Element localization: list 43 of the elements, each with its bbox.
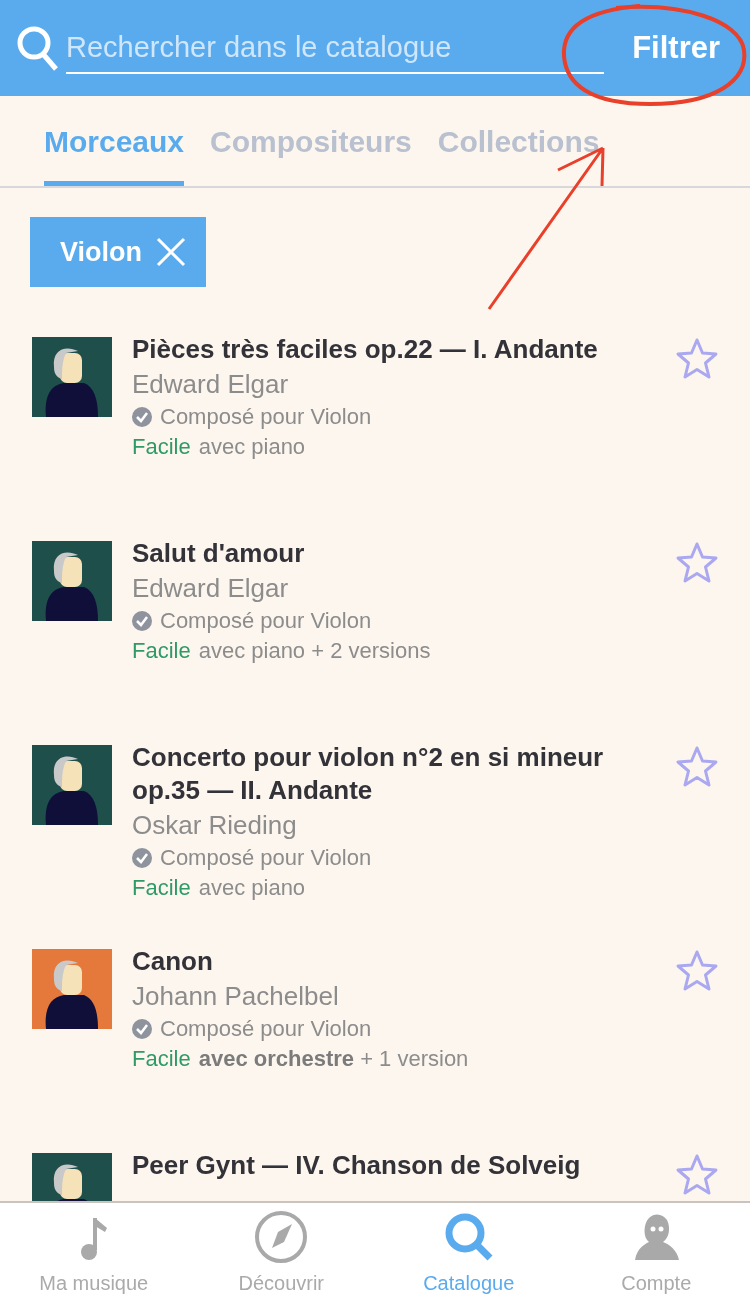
check-icon <box>132 848 152 868</box>
tab[interactable]: Morceaux <box>44 96 185 186</box>
check-icon <box>132 611 152 631</box>
star-icon[interactable] <box>674 541 720 585</box>
check-icon <box>132 1019 152 1039</box>
composer-name: Edward Elgar <box>132 368 290 401</box>
close-icon <box>156 237 186 267</box>
tab[interactable]: Compositeurs <box>210 96 412 186</box>
difficulty-label: Facile <box>132 637 191 665</box>
piece-title[interactable]: Concerto pour violon n°2 en si mineur op.35 — II. Andante <box>132 741 654 807</box>
composer-name: Johann Pachelbel <box>132 980 340 1013</box>
composed-for-label: Composé pour Violon <box>160 403 372 431</box>
difficulty-label: Facile <box>132 433 191 461</box>
tab[interactable]: Collections <box>437 96 600 186</box>
composed-for-label: Composé pour Violon <box>160 844 372 872</box>
nav-tab[interactable]: Compte <box>562 1203 750 1301</box>
versions-label: avec piano <box>198 874 306 902</box>
composed-for-label: Composé pour Violon <box>160 1015 372 1043</box>
piece-title[interactable]: Pièces très faciles op.22 — I. Andante <box>132 333 654 366</box>
search-icon <box>16 25 60 71</box>
difficulty-label: Facile <box>132 1045 191 1073</box>
check-icon <box>132 407 152 427</box>
versions-label: avec piano + 2 versions <box>198 637 431 665</box>
piece-title[interactable]: Peer Gynt — IV. Chanson de Solveig <box>132 1149 654 1182</box>
composed-for-label: Composé pour Violon <box>160 607 372 635</box>
star-icon[interactable] <box>674 745 720 789</box>
difficulty-label: Facile <box>132 874 191 902</box>
piece-title[interactable]: Canon <box>132 945 654 978</box>
composer-name: Edward Elgar <box>132 572 290 605</box>
versions-label: avec orchestre + 1 version <box>198 1045 469 1073</box>
star-icon[interactable] <box>674 1153 720 1197</box>
filter-button[interactable]: Filtrer <box>620 30 720 66</box>
nav-tab[interactable]: Ma musique <box>0 1203 188 1301</box>
versions-label: avec piano <box>198 433 306 461</box>
star-icon[interactable] <box>674 949 720 993</box>
piece-title[interactable]: Salut d'amour <box>132 537 654 570</box>
filter-chip[interactable]: Violon <box>30 217 206 287</box>
search-field[interactable]: Rechercher dans le catalogue <box>66 22 605 74</box>
compass-icon <box>254 1210 309 1264</box>
composer-name: Oskar Rieding <box>132 809 298 842</box>
star-icon[interactable] <box>674 337 720 381</box>
nav-tab[interactable]: Découvrir <box>187 1203 375 1301</box>
nav-tab[interactable]: Catalogue <box>375 1203 563 1301</box>
